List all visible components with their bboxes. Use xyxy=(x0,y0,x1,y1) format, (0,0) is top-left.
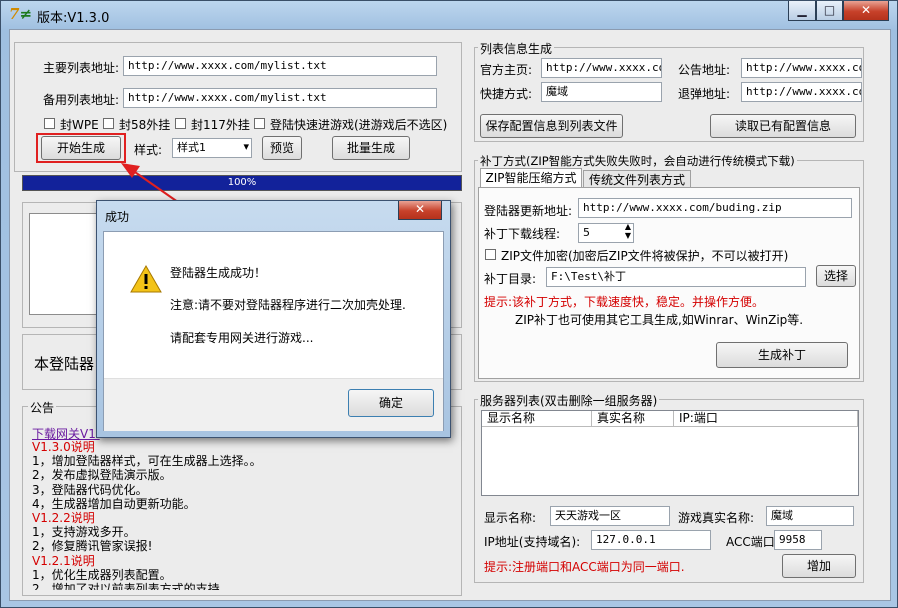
dialog-line1: 登陆器生成成功！ xyxy=(170,266,267,280)
dialog-body: 登陆器生成成功！ 注意:请不要对登陆器程序进行二次加壳处理. 请配套专用网关进行… xyxy=(103,231,444,431)
success-dialog: 成功 ✕ 登陆器生成成功！ 注意:请不要对登陆器程序进行二次加壳处理. 请配套专… xyxy=(96,200,451,438)
dialog-line3: 请配套专用网关进行游戏... xyxy=(170,331,314,345)
dialog-footer: 确定 xyxy=(104,378,443,431)
dialog-line2: 注意:请不要对登陆器程序进行二次加壳处理. xyxy=(170,298,406,312)
dialog-title: 成功 xyxy=(105,210,130,224)
warning-icon xyxy=(130,264,162,293)
dialog-close-button[interactable]: ✕ xyxy=(398,201,442,220)
ok-button[interactable]: 确定 xyxy=(348,389,434,417)
